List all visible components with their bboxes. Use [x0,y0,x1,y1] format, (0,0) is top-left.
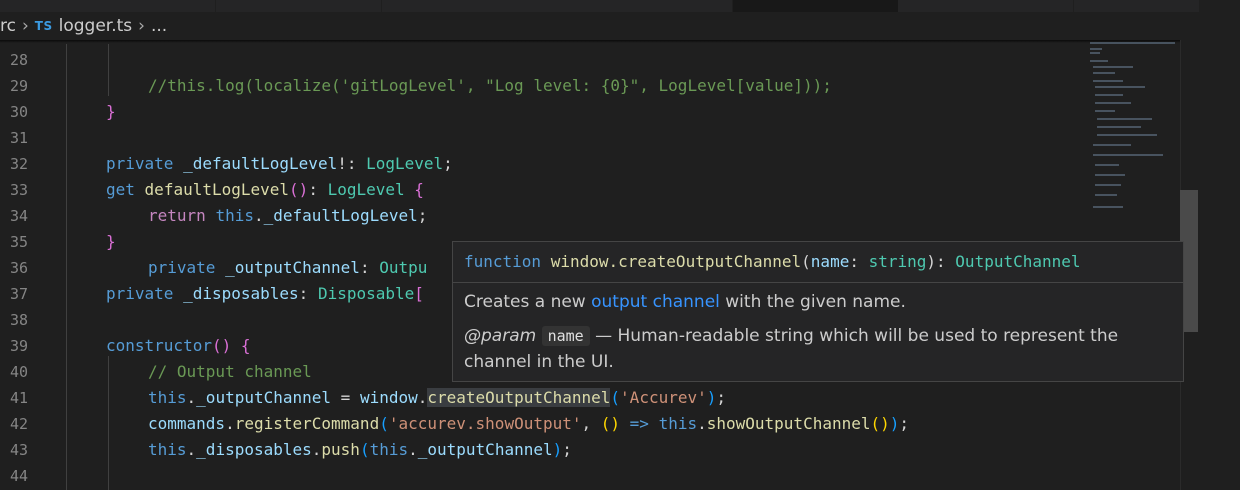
minimap-line [1090,48,1102,50]
code-line-39: constructor() { [106,336,251,355]
code-line-29: //this.log(localize('gitLogLevel', "Log … [148,76,832,95]
line-number: 38 [9,311,28,329]
line-number: 40 [9,363,28,381]
line-number: 34 [9,207,28,225]
code-line-30: } [106,102,116,121]
minimap-line [1095,110,1115,112]
minimap-line [1090,42,1175,44]
tab[interactable] [216,0,382,12]
hover-param-doc: @param name — Human-readable string whic… [464,326,1119,372]
chevron-right-icon: › [21,16,29,36]
minimap-line [1090,52,1100,54]
code-line-33: get defaultLogLevel(): LogLevel { [106,180,424,199]
code-line-36: private _outputChannel: Outpu [148,258,428,277]
line-number: 30 [9,103,28,121]
breadcrumb-file[interactable]: logger.ts [59,16,133,36]
line-number: 28 [9,51,28,69]
tab[interactable] [382,0,733,12]
line-number: 44 [9,467,28,485]
code-line-40: // Output channel [148,362,312,381]
hover-signature: function window.createOutputChannel(name… [453,242,1183,283]
breadcrumb-folder[interactable]: rc [0,16,16,36]
minimap-line [1095,164,1119,166]
chevron-right-icon: › [138,16,145,36]
line-number: 36 [9,259,28,277]
minimap-line [1095,86,1145,88]
line-number: 42 [9,415,28,433]
line-number: 33 [9,181,28,199]
code-line-37: private _disposables: Disposable[ [106,284,424,303]
code-line-34: return this._defaultLogLevel; [148,206,428,225]
minimap-line [1093,80,1123,82]
line-number: 37 [9,285,28,303]
minimap-line [1095,94,1123,96]
output-channel-link[interactable]: output channel [591,292,720,312]
breadcrumb-symbol[interactable]: ... [151,16,167,36]
hover-tooltip: function window.createOutputChannel(name… [452,241,1184,382]
minimap-line [1093,66,1133,68]
minimap-line [1093,154,1163,156]
param-name-chip: name [541,326,590,346]
indent-guide [66,44,67,490]
hover-description: Creates a new output channel with the gi… [464,292,906,312]
line-number: 41 [9,389,28,407]
line-number: 39 [9,337,28,355]
tab[interactable] [1074,0,1200,12]
minimap-line [1097,118,1152,120]
indent-guide [108,356,109,490]
breadcrumb-shadow [0,40,1180,43]
line-number: 35 [9,233,28,251]
typescript-file-icon: TS [34,19,53,33]
minimap-line [1095,174,1125,176]
minimap-line [1097,126,1141,128]
code-line-41: this._outputChannel = window.createOutpu… [148,388,727,407]
minimap-line [1093,72,1115,74]
line-number: 43 [9,441,28,459]
breadcrumb: rc › TS logger.ts › ... [0,12,1240,40]
minimap-line [1093,206,1123,208]
line-number: 32 [9,155,28,173]
tab[interactable] [898,0,1074,12]
minimap-line [1095,184,1121,186]
indent-guide [108,44,109,96]
code-line-42: commands.registerCommand('accurev.showOu… [148,414,910,433]
tab-strip [0,0,1240,12]
minimap-line [1095,194,1117,196]
tab[interactable] [0,0,216,12]
hover-body: Creates a new output channel with the gi… [453,283,1183,375]
minimap-line [1095,102,1131,104]
minimap-line [1097,134,1157,136]
minimap[interactable] [1085,40,1180,220]
minimap-line [1090,60,1108,62]
minimap-line [1093,144,1131,146]
line-number: 29 [9,77,28,95]
code-line-35: } [106,232,116,251]
editor-right-edge [1199,0,1240,490]
hovered-symbol[interactable]: createOutputChannel [427,388,611,407]
code-line-32: private _defaultLogLevel!: LogLevel; [106,154,453,173]
line-number: 31 [9,129,28,147]
code-line-43: this._disposables.push(this._outputChann… [148,440,572,459]
